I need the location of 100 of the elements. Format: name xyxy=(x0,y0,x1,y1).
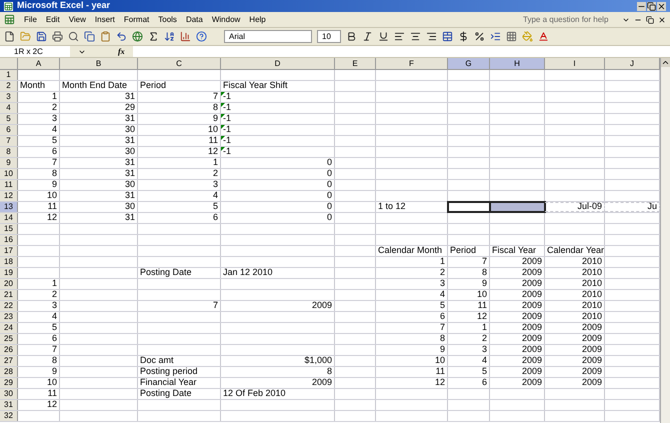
menu-item[interactable]: File xyxy=(24,14,37,26)
column-header[interactable]: B xyxy=(60,58,138,69)
row-header[interactable]: 13 xyxy=(0,202,18,212)
row-header[interactable]: 3 xyxy=(0,92,18,102)
row-header[interactable]: 22 xyxy=(0,301,18,311)
column-header[interactable]: I xyxy=(545,58,605,69)
table-cell: 8 xyxy=(448,268,490,278)
row-header[interactable]: 7 xyxy=(0,136,18,146)
align-center-icon[interactable] xyxy=(410,31,421,42)
printer-icon[interactable] xyxy=(52,31,63,42)
row-header[interactable]: 10 xyxy=(0,169,18,179)
row-header[interactable]: 4 xyxy=(0,103,18,113)
underline-icon[interactable] xyxy=(378,31,389,42)
table-cell: Posting Date xyxy=(138,268,221,278)
menu-item[interactable]: Edit xyxy=(46,14,60,26)
function-icon[interactable]: fx xyxy=(118,46,125,58)
sigma-icon[interactable] xyxy=(148,31,159,42)
row-header[interactable]: 1 xyxy=(0,70,18,80)
row-header[interactable]: 28 xyxy=(0,367,18,377)
table-cell: 11 xyxy=(376,367,448,377)
table-cell: 2 xyxy=(376,268,448,278)
table-cell: 2009 xyxy=(545,367,605,377)
row-header[interactable]: 20 xyxy=(0,279,18,289)
name-box[interactable]: 1R x 2C xyxy=(0,46,70,57)
close-icon[interactable] xyxy=(658,16,666,24)
row-header[interactable]: 16 xyxy=(0,235,18,245)
table-cell: 2009 xyxy=(490,334,545,344)
row-header[interactable]: 24 xyxy=(0,323,18,333)
italic-icon[interactable] xyxy=(362,31,373,42)
restore-icon[interactable] xyxy=(646,16,654,24)
workbook-icon[interactable] xyxy=(4,14,15,25)
menu-item[interactable]: Data xyxy=(186,14,203,26)
indent-icon[interactable] xyxy=(490,31,501,42)
help-search-field[interactable]: Type a question for help xyxy=(523,14,618,26)
percent-icon[interactable] xyxy=(474,31,485,42)
font-color-icon[interactable] xyxy=(538,31,549,42)
menu-item[interactable]: Insert xyxy=(94,14,115,26)
formula-field[interactable] xyxy=(132,46,670,57)
new-file-icon[interactable] xyxy=(4,31,15,42)
menu-item[interactable]: Tools xyxy=(158,14,177,26)
row-header[interactable]: 26 xyxy=(0,345,18,355)
row-header[interactable]: 25 xyxy=(0,334,18,344)
row-header[interactable]: 2 xyxy=(0,81,18,91)
clipboard-icon[interactable] xyxy=(100,31,111,42)
table-cell: 2009 xyxy=(545,323,605,333)
row-header[interactable]: 8 xyxy=(0,147,18,157)
row-header[interactable]: 9 xyxy=(0,158,18,168)
font-size-field[interactable]: 10 xyxy=(317,30,341,43)
borders-icon[interactable] xyxy=(506,31,517,42)
column-header[interactable]: H xyxy=(490,58,545,69)
row-header[interactable]: 29 xyxy=(0,378,18,388)
currency-icon[interactable] xyxy=(458,31,469,42)
minimize-icon[interactable] xyxy=(637,2,646,10)
row-header[interactable]: 17 xyxy=(0,246,18,256)
row-header[interactable]: 21 xyxy=(0,290,18,300)
align-right-icon[interactable] xyxy=(426,31,437,42)
undo-icon[interactable] xyxy=(116,31,127,42)
merge-cells-icon[interactable] xyxy=(442,31,453,42)
scroll-up-icon[interactable] xyxy=(661,58,670,67)
close-icon[interactable] xyxy=(657,2,666,10)
row-header[interactable]: 11 xyxy=(0,180,18,190)
bar-chart-icon[interactable] xyxy=(180,31,191,42)
row-header[interactable]: 15 xyxy=(0,224,18,234)
row-header[interactable]: 31 xyxy=(0,400,18,410)
table-cell: 3 xyxy=(18,301,60,311)
menu-item[interactable]: Format xyxy=(124,14,150,26)
column-header[interactable]: E xyxy=(335,58,376,69)
row-header[interactable]: 19 xyxy=(0,268,18,278)
row-header[interactable]: 23 xyxy=(0,312,18,322)
row-header[interactable]: 6 xyxy=(0,125,18,135)
table-cell: 10 xyxy=(138,125,221,135)
table-cell: 8 xyxy=(376,334,448,344)
column-header[interactable]: G xyxy=(448,58,490,69)
table-cell: 9 xyxy=(18,180,60,190)
row-header[interactable]: 5 xyxy=(0,114,18,124)
save-icon[interactable] xyxy=(36,31,47,42)
row-header[interactable]: 32 xyxy=(0,411,18,421)
align-left-icon[interactable] xyxy=(394,31,405,42)
bold-icon[interactable] xyxy=(346,31,357,42)
copy-icon[interactable] xyxy=(84,31,95,42)
search-icon[interactable] xyxy=(68,31,79,42)
column-header[interactable]: C xyxy=(138,58,221,69)
font-name-field[interactable]: Arial xyxy=(224,30,312,43)
menu-item[interactable]: Window xyxy=(212,14,240,26)
row-header[interactable]: 30 xyxy=(0,389,18,399)
column-header[interactable]: D xyxy=(221,58,335,69)
help-icon[interactable] xyxy=(196,31,207,42)
globe-icon[interactable] xyxy=(132,31,143,42)
menu-item[interactable]: Help xyxy=(249,14,266,26)
row-header[interactable]: 27 xyxy=(0,356,18,366)
fill-color-icon[interactable] xyxy=(522,31,533,42)
row-header[interactable]: 14 xyxy=(0,213,18,223)
table-cell: 10 xyxy=(376,356,448,366)
column-header[interactable]: A xyxy=(18,58,60,69)
sort-icon[interactable] xyxy=(164,31,175,42)
vertical-scrollbar[interactable] xyxy=(660,58,670,423)
restore-icon[interactable] xyxy=(647,2,656,10)
row-header[interactable]: 18 xyxy=(0,257,18,267)
row-header[interactable]: 12 xyxy=(0,191,18,201)
menu-item[interactable]: View xyxy=(68,14,86,26)
